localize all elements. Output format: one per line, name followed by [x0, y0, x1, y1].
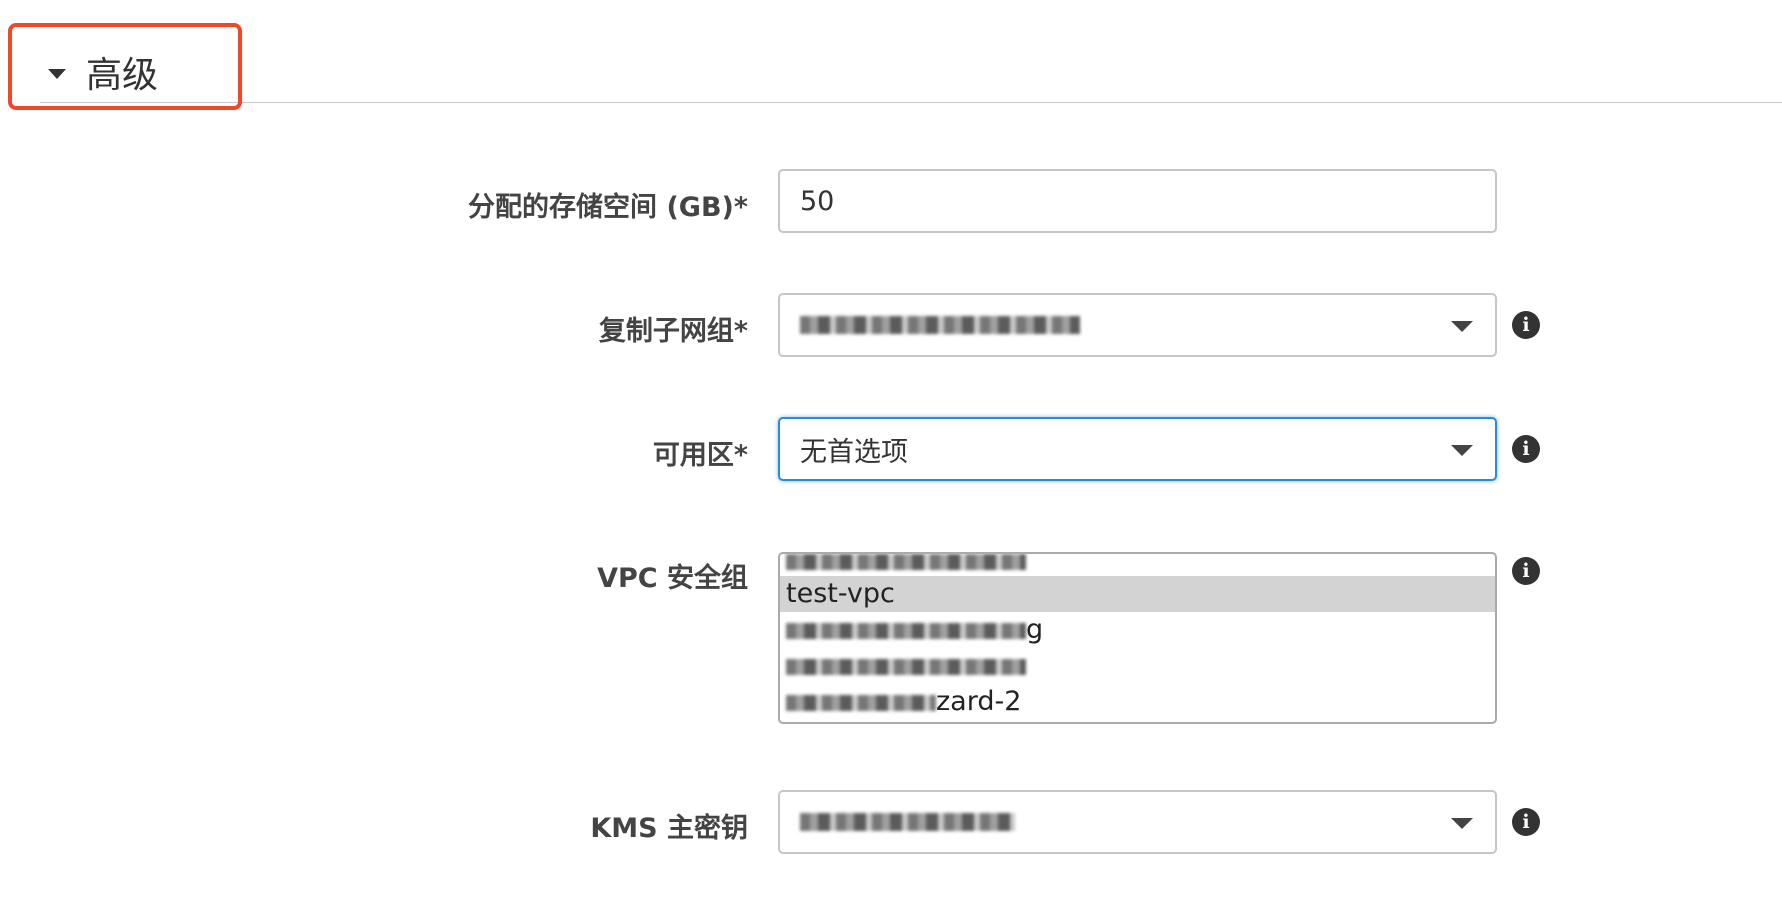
kms-key-value-redacted [800, 813, 1015, 831]
kms-key-label: KMS 主密钥 [590, 813, 748, 844]
advanced-settings-panel: 高级 分配的存储空间 (GB)* 复制子网组* i 可用区* 无首选项 i VP… [0, 0, 1782, 906]
availability-zone-label: 可用区* [652, 440, 748, 471]
kms-key-select[interactable] [778, 790, 1497, 854]
info-icon[interactable]: i [1512, 435, 1540, 463]
subnet-group-select[interactable] [778, 293, 1497, 357]
advanced-section-header: 高级 [40, 38, 1782, 103]
chevron-down-icon [1451, 818, 1473, 829]
info-icon[interactable]: i [1512, 311, 1540, 339]
storage-label: 分配的存储空间 (GB)* [468, 192, 748, 223]
list-item[interactable]: g [780, 612, 1495, 648]
storage-input[interactable] [778, 169, 1497, 233]
info-icon[interactable]: i [1512, 808, 1540, 836]
list-item[interactable]: zard-2 [780, 684, 1495, 720]
list-item[interactable] [780, 554, 1495, 576]
chevron-down-icon [1451, 321, 1473, 332]
advanced-section-toggle[interactable]: 高级 [40, 46, 158, 98]
list-item-selected[interactable]: test-vpc [780, 576, 1495, 612]
vpc-security-group-label: VPC 安全组 [597, 563, 748, 594]
subnet-group-value-redacted [800, 316, 1080, 334]
vpc-security-group-listbox[interactable]: test-vpc g zard-2 [778, 552, 1497, 724]
availability-zone-value: 无首选项 [800, 436, 908, 468]
caret-down-icon[interactable] [48, 69, 66, 79]
info-icon[interactable]: i [1512, 557, 1540, 585]
subnet-group-label: 复制子网组* [598, 316, 748, 347]
chevron-down-icon [1451, 445, 1473, 456]
list-item[interactable] [780, 648, 1495, 684]
availability-zone-select[interactable]: 无首选项 [778, 417, 1497, 481]
section-title[interactable]: 高级 [86, 46, 158, 98]
